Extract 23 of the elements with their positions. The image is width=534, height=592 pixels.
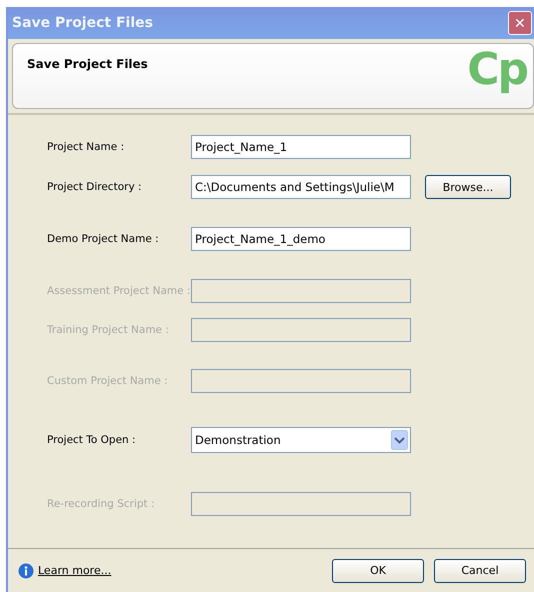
logo: Cp: [467, 44, 527, 97]
field-label: Project Directory :: [47, 180, 143, 194]
field-label: Project Name :: [47, 140, 126, 154]
window-title: Save Project Files: [12, 15, 153, 31]
dropdown-value: Demonstration: [195, 433, 281, 447]
field-label: Assessment Project Name :: [47, 284, 191, 298]
field-label: Training Project Name :: [47, 323, 170, 337]
learn-more-link[interactable]: Learn more...: [38, 564, 112, 577]
dialog-button[interactable]: Cancel: [434, 558, 526, 582]
header-title: Save Project Files: [27, 57, 148, 73]
dialog-button[interactable]: OK: [332, 558, 424, 582]
field-label: Project To Open :: [47, 433, 137, 447]
field-label: Custom Project Name :: [47, 374, 169, 388]
input-field[interactable]: Project_Name_1: [191, 135, 411, 159]
input-field[interactable]: Project_Name_1_demo: [191, 227, 411, 251]
dropdown[interactable]: Demonstration: [191, 427, 411, 453]
close-button[interactable]: ✕: [508, 11, 532, 35]
caret-icon: [391, 430, 408, 450]
info-icon: [18, 562, 34, 578]
field-label: Demo Project Name :: [47, 232, 160, 246]
field-label: Re-recording Script :: [47, 497, 156, 511]
browse-button[interactable]: Browse...: [425, 175, 511, 199]
input-field[interactable]: C:\Documents and Settings\Julie\M: [191, 175, 411, 199]
